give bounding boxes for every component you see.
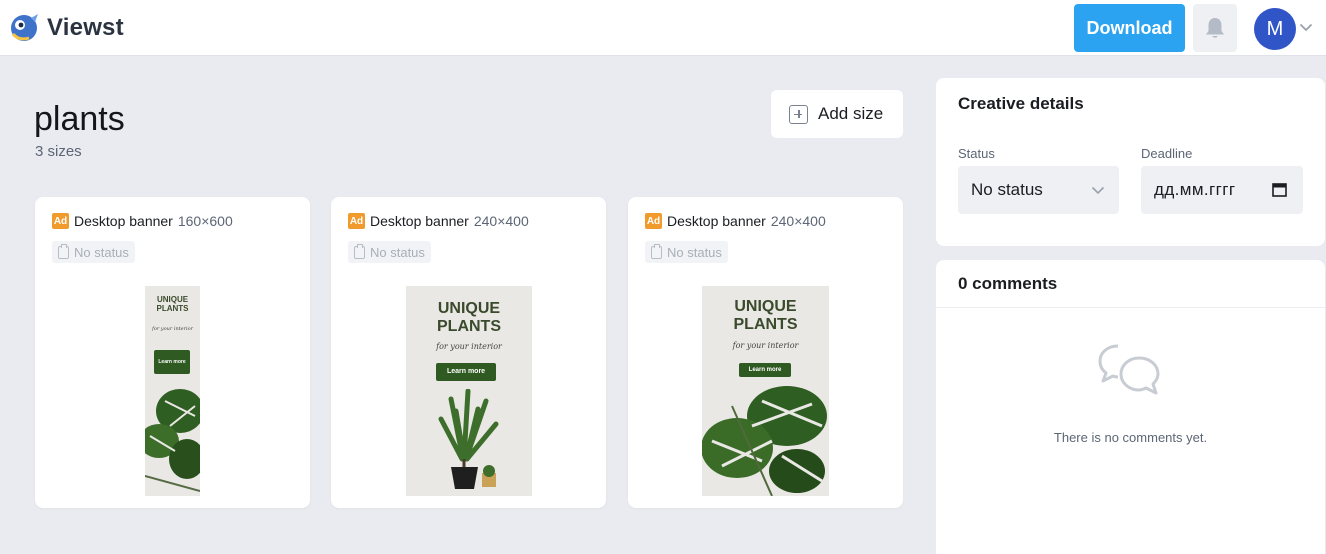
clipboard-icon [58,243,69,259]
creative-size: 240×400 [770,213,826,229]
banner-headline: UNIQUE PLANTS [156,295,189,314]
plus-square-icon [789,104,808,124]
notifications-button[interactable] [1193,4,1237,52]
chevron-down-icon [1091,186,1105,195]
banner-preview[interactable]: UNIQUE PLANTS for your interior Learn mo… [702,286,829,496]
comments-panel: 0 comments There is no comments yet. [936,260,1325,554]
clipboard-icon [354,243,365,259]
status-select[interactable]: No status [958,166,1119,214]
deadline-placeholder: дд.мм.гггг [1154,180,1236,199]
comments-count: 0 comments [958,274,1058,293]
status-label: Status [958,146,995,161]
creative-card[interactable]: Ad Desktop banner 240×400 No status UNIQ… [331,197,606,508]
app-name: Viewst [47,14,124,41]
page-title: plants [34,100,125,138]
banner-preview[interactable]: UNIQUE PLANTS for your interior Learn mo… [406,286,532,496]
deadline-label: Deadline [1141,146,1193,161]
bell-icon [1206,18,1224,38]
creative-size: 160×600 [177,213,233,229]
top-bar: Viewst Download M [0,0,1326,56]
chat-bubbles-icon [1098,344,1160,395]
ad-badge: Ad [52,213,69,229]
status-text: No status [74,244,129,260]
banner-headline: UNIQUE PLANTS [733,298,798,334]
creative-details-panel: Creative details Status Deadline No stat… [936,78,1325,246]
ad-badge: Ad [645,213,662,229]
creative-card-header: Ad Desktop banner 160×600 [52,213,233,229]
status-badge[interactable]: No status [645,241,728,263]
monstera-leaf-image [145,389,200,492]
status-badge[interactable]: No status [348,241,431,263]
banner-tagline: for your interior [732,341,799,350]
status-select-value: No status [971,180,1043,199]
creative-name: Desktop banner [667,213,766,229]
divider [936,307,1325,308]
status-badge[interactable]: No status [52,241,135,263]
banner-tagline: for your interior [436,342,502,351]
empty-comments-text: There is no comments yet. [1053,430,1208,445]
banner-preview[interactable]: UNIQUE PLANTS for your interior Learn mo… [145,286,200,496]
sizes-count: 3 sizes [35,143,82,160]
monstera-leaf-image [702,386,827,496]
deadline-date-input[interactable]: дд.мм.гггг [1141,166,1303,214]
banner-headline: UNIQUE PLANTS [437,300,501,336]
chevron-down-icon[interactable] [1299,23,1313,32]
creative-card-header: Ad Desktop banner 240×400 [645,213,826,229]
banner-tagline: for your interior [151,326,194,332]
creative-details-title: Creative details [958,94,1084,113]
creative-card-header: Ad Desktop banner 240×400 [348,213,529,229]
ad-badge: Ad [348,213,365,229]
banner-cta: Learn more [739,363,791,377]
creative-size: 240×400 [473,213,529,229]
app-logo[interactable]: Viewst [7,10,124,46]
status-text: No status [370,244,425,260]
add-size-button[interactable]: Add size [771,90,903,138]
user-avatar[interactable]: M [1254,8,1296,50]
download-button[interactable]: Download [1074,4,1185,52]
creative-name: Desktop banner [370,213,469,229]
creative-card[interactable]: Ad Desktop banner 240×400 No status UNIQ… [628,197,903,508]
creative-name: Desktop banner [74,213,173,229]
creative-card[interactable]: Ad Desktop banner 160×600 No status UNIQ… [35,197,310,508]
calendar-icon[interactable] [1272,182,1287,197]
status-text: No status [667,244,722,260]
add-size-label: Add size [818,104,884,123]
banner-cta: Learn more [154,350,190,374]
viewst-logo-icon [11,14,38,41]
banner-cta: Learn more [436,363,496,381]
clipboard-icon [651,243,662,259]
potted-plant-image [438,389,499,489]
